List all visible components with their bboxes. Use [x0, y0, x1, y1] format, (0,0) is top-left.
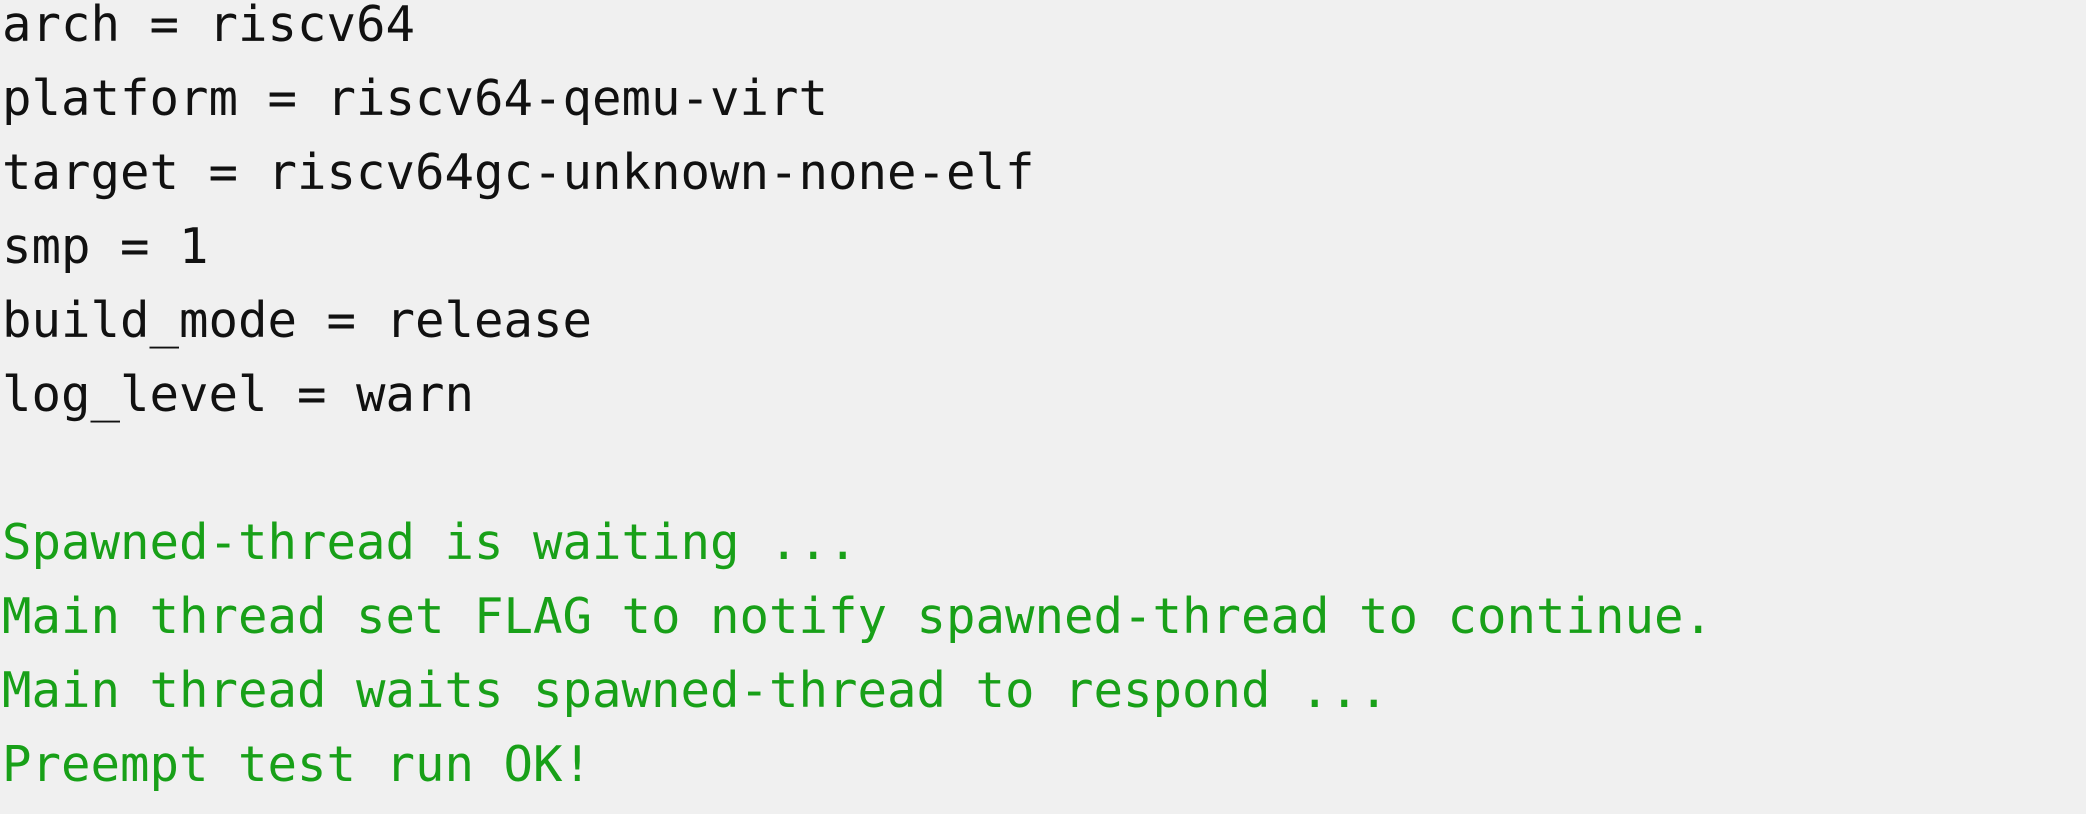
- config-line-target: target = riscv64gc-unknown-none-elf: [2, 144, 1035, 201]
- config-line-log-level: log_level = warn: [2, 366, 475, 423]
- config-line-platform: platform = riscv64-qemu-virt: [2, 70, 829, 127]
- config-line-build-mode: build_mode = release: [2, 292, 593, 349]
- terminal-output: arch = riscv64 platform = riscv64-qemu-v…: [0, 0, 2086, 805]
- config-line-arch: arch = riscv64: [2, 0, 416, 53]
- output-line-test-ok: Preempt test run OK!: [2, 736, 593, 793]
- output-line-main-waits: Main thread waits spawned-thread to resp…: [2, 662, 1389, 719]
- output-line-main-set-flag: Main thread set FLAG to notify spawned-t…: [2, 588, 1714, 645]
- config-line-smp: smp = 1: [2, 218, 209, 275]
- output-line-spawned-waiting: Spawned-thread is waiting ...: [2, 514, 858, 571]
